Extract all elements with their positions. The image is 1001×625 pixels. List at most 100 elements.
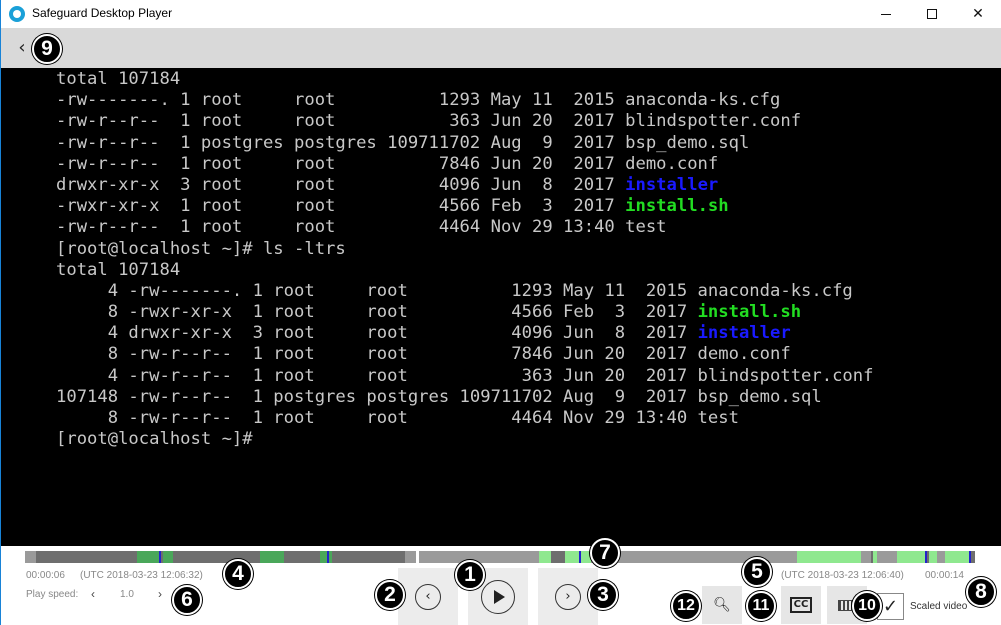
app-logo-icon (9, 6, 25, 22)
callout-badge: 11 (746, 591, 776, 621)
terminal-line-text: 107148 -rw-r--r-- 1 postgres postgres 10… (56, 386, 822, 407)
end-utc-timestamp: (UTC 2018-03-23 12:06:40) (781, 570, 904, 581)
callout-badge: 2 (375, 580, 405, 610)
title-bar: Safeguard Desktop Player ✕ (1, 0, 1001, 28)
terminal-line: 107148 -rw-r--r-- 1 postgres postgres 10… (56, 387, 873, 408)
timeline-segment (419, 551, 539, 563)
timeline-segment (945, 551, 971, 563)
timeline-segment (260, 551, 284, 563)
terminal-line-text: [root@localhost ~]# ls -ltrs (56, 238, 346, 259)
timeline-segment (937, 551, 945, 563)
timeline-seekbar[interactable] (25, 549, 979, 565)
maximize-button[interactable] (909, 0, 955, 28)
terminal-line-text: 4 drwxr-xr-x 3 root root 4096 Jun 8 2017 (56, 323, 698, 344)
terminal-line: 4 -rw-------. 1 root root 1293 May 11 20… (56, 281, 873, 302)
terminal-line-text: -rw-r--r-- 1 postgres postgres 109711702… (56, 132, 750, 153)
terminal-line: drwxr-xr-x 3 root root 4096 Jun 8 2017 i… (56, 175, 873, 196)
terminal-line-text: -rw-r--r-- 1 root root 4464 Nov 29 13:40… (56, 217, 667, 238)
window-title: Safeguard Desktop Player (32, 6, 173, 20)
timeline-marker (579, 551, 581, 563)
player-controls: 00:00:06 (UTC 2018-03-23 12:06:32) (UTC … (1, 546, 1001, 625)
terminal-line-text: total 107184 (56, 69, 181, 89)
play-speed-label: Play speed: (26, 589, 79, 600)
play-icon (481, 579, 515, 614)
timeline-segment (320, 551, 332, 563)
timeline-segment (897, 551, 925, 563)
callout-badge: 7 (590, 538, 620, 568)
timeline-segment (163, 551, 173, 563)
speed-decrease-button[interactable]: ‹ (87, 586, 99, 602)
timeline-segment (797, 551, 861, 563)
timeline-segment (405, 551, 416, 563)
terminal-line: 4 -rw-r--r-- 1 root root 363 Jun 20 2017… (56, 365, 874, 387)
scaled-video-label: Scaled video (910, 601, 968, 612)
total-time: 00:00:14 (925, 570, 964, 581)
back-button[interactable]: ‹ (11, 36, 33, 60)
chevron-left-icon: ‹ (415, 583, 441, 610)
play-speed-value: 1.0 (120, 589, 134, 600)
terminal-output: total 107184 -rw-------. 1 root root 1293… (56, 69, 873, 450)
callout-badge: 9 (32, 34, 62, 64)
previous-event-button[interactable]: ‹ (398, 568, 458, 625)
callout-badge: 3 (588, 580, 618, 610)
terminal-line-text: -rw-------. 1 root root 1293 May 11 2015… (56, 90, 781, 111)
terminal-line-text: 8 -rw-r--r-- 1 root root 4464 Nov 29 13:… (56, 408, 739, 428)
terminal-line-text: [root@localhost ~]# (56, 429, 253, 450)
current-utc-timestamp: (UTC 2018-03-23 12:06:32) (80, 570, 203, 581)
callout-badge: 1 (455, 560, 485, 590)
terminal-line-text: -rw-r--r-- 1 root root 363 Jun 20 2017 b… (56, 111, 802, 132)
closed-captions-icon: CC (789, 597, 813, 613)
timeline-segment (861, 551, 871, 563)
timeline-marker (925, 551, 927, 563)
terminal-line: -rwxr-xr-x 1 root root 4566 Feb 3 2017 i… (56, 196, 873, 217)
terminal-line-text: -rw-r--r-- 1 root root 7846 Jun 20 2017 … (56, 153, 719, 174)
timeline-segment (539, 551, 551, 563)
elapsed-time: 00:00:06 (26, 570, 65, 581)
terminal-line: 8 -rwxr-xr-x 1 root root 4566 Feb 3 2017… (56, 302, 873, 323)
terminal-line: total 107184 (56, 260, 873, 281)
terminal-line: -rw-------. 1 root root 1293 May 11 2015… (56, 90, 873, 111)
terminal-line-text: 8 -rwxr-xr-x 1 root root 4566 Feb 3 2017 (56, 302, 698, 323)
playhead-handle[interactable] (416, 549, 419, 565)
terminal-line: [root@localhost ~]# (56, 429, 873, 450)
callout-badge: 6 (172, 585, 202, 615)
callout-badge: 12 (671, 591, 701, 621)
executable-name: install.sh (697, 302, 802, 323)
timeline-marker (327, 551, 329, 563)
search-icon: 🔍︎ (713, 597, 731, 613)
terminal-line: 8 -rw-r--r-- 1 root root 7846 Jun 20 201… (56, 344, 873, 365)
callout-badge: 10 (852, 591, 882, 621)
callout-badge: 8 (966, 577, 996, 607)
timeline-marker (969, 551, 971, 563)
app-window: Safeguard Desktop Player ✕ ‹ total 10718… (0, 0, 1001, 625)
timeline-segment (25, 551, 36, 563)
terminal-line-text: 4 -rw-r--r-- 1 root root 363 Jun 20 2017… (56, 365, 874, 386)
terminal-line: 8 -rw-r--r-- 1 root root 4464 Nov 29 13:… (56, 408, 873, 429)
close-button[interactable]: ✕ (955, 0, 1001, 28)
session-video-area[interactable]: total 107184 -rw-------. 1 root root 1293… (1, 68, 1001, 546)
callout-badge: 4 (223, 559, 253, 589)
terminal-line-text: 8 -rw-r--r-- 1 root root 7846 Jun 20 201… (56, 344, 791, 365)
terminal-line-text: 4 -rw-------. 1 root root 1293 May 11 20… (56, 280, 853, 301)
terminal-line: 4 drwxr-xr-x 3 root root 4096 Jun 8 2017… (56, 323, 873, 344)
terminal-line: -rw-r--r-- 1 root root 7846 Jun 20 2017 … (56, 154, 873, 175)
timeline-segment (137, 551, 159, 563)
minimize-button[interactable] (863, 0, 909, 28)
speed-increase-button[interactable]: › (154, 586, 166, 602)
navigation-bar: ‹ (1, 28, 1001, 68)
closed-captions-button[interactable]: CC (781, 586, 821, 624)
chevron-right-icon: › (555, 583, 581, 610)
close-icon: ✕ (972, 6, 984, 22)
terminal-line: total 107184 (56, 69, 873, 90)
timeline-marker (159, 551, 161, 563)
search-button[interactable]: 🔍︎ (702, 586, 742, 624)
maximize-icon (927, 9, 937, 19)
terminal-line: -rw-r--r-- 1 postgres postgres 109711702… (56, 133, 873, 154)
timeline-segment (877, 551, 897, 563)
terminal-line: -rw-r--r-- 1 root root 4464 Nov 29 13:40… (56, 217, 873, 238)
terminal-line: -rw-r--r-- 1 root root 363 Jun 20 2017 b… (56, 111, 873, 132)
timeline-segment (929, 551, 937, 563)
terminal-line: [root@localhost ~]# ls -ltrs (56, 239, 873, 260)
directory-name: installer (625, 174, 719, 195)
terminal-line-text: -rwxr-xr-x 1 root root 4566 Feb 3 2017 (56, 196, 626, 217)
